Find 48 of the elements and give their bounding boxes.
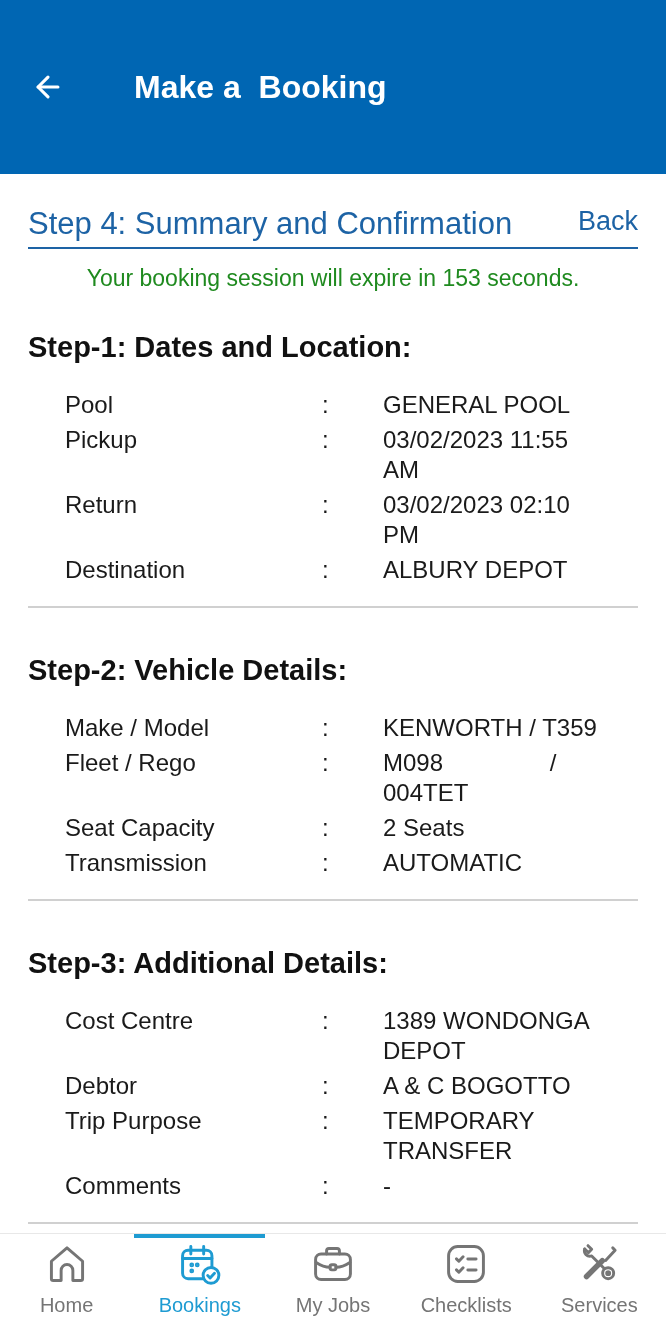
field-label: Destination [65,555,187,585]
field-label: Trip Purpose [65,1106,203,1136]
field-value: TEMPORARY TRANSFER [383,1106,536,1166]
field-label: Transmission [65,848,208,878]
field-value: GENERAL POOL [383,390,572,420]
field-separator: : [322,1006,329,1036]
field-value: 03/02/2023 02:10 PM [383,490,571,550]
field-value: M098 / 004TET [383,748,558,808]
field-label: Make / Model [65,713,211,743]
field-separator: : [322,1106,329,1136]
field-separator: : [322,425,329,455]
section-heading: Step-1: Dates and Location: [28,330,413,365]
field-label: Comments [65,1171,183,1201]
nav-tab[interactable]: Checklists [400,1234,532,1334]
field-separator: : [322,748,329,778]
field-separator: : [322,713,329,743]
field-separator: : [322,555,329,585]
field-value: 1389 WONDONGA DEPOT [383,1006,590,1066]
field-value: AUTOMATIC [383,848,524,878]
field-value: A & C BOGOTTO [383,1071,572,1101]
session-expiry-notice: Your booking session will expire in 153 seconds. [85,264,581,293]
screen-title: Make a Booking [134,68,387,107]
field-label: Debtor [65,1071,139,1101]
field-value: KENWORTH / T359 [383,713,598,743]
section-heading: Step-3: Additional Details: [28,946,389,981]
nav-tab[interactable]: Bookings [134,1234,266,1334]
field-value: 2 Seats [383,813,466,843]
back-link[interactable]: Back [577,204,638,238]
field-label: Pool [65,390,115,420]
nav-tab[interactable]: Home [1,1234,133,1334]
field-value: 03/02/2023 11:55 AM [383,425,570,485]
field-label: Cost Centre [65,1006,195,1036]
field-separator: : [322,490,329,520]
field-value: - [383,1171,392,1201]
nav-tab[interactable]: My Jobs [267,1234,399,1334]
nav-tab[interactable]: Services [533,1234,665,1334]
field-label: Pickup [65,425,139,455]
field-label: Fleet / Rego [65,748,197,778]
field-separator: : [322,390,329,420]
field-separator: : [322,848,329,878]
section-heading: Step-2: Vehicle Details: [28,653,349,688]
field-separator: : [322,1071,329,1101]
field-label: Return [65,490,139,520]
field-separator: : [322,1171,329,1201]
field-value: ALBURY DEPOT [383,555,569,585]
field-separator: : [322,813,329,843]
step-title: Step 4: Summary and Confirmation [28,205,513,243]
field-label: Seat Capacity [65,813,216,843]
